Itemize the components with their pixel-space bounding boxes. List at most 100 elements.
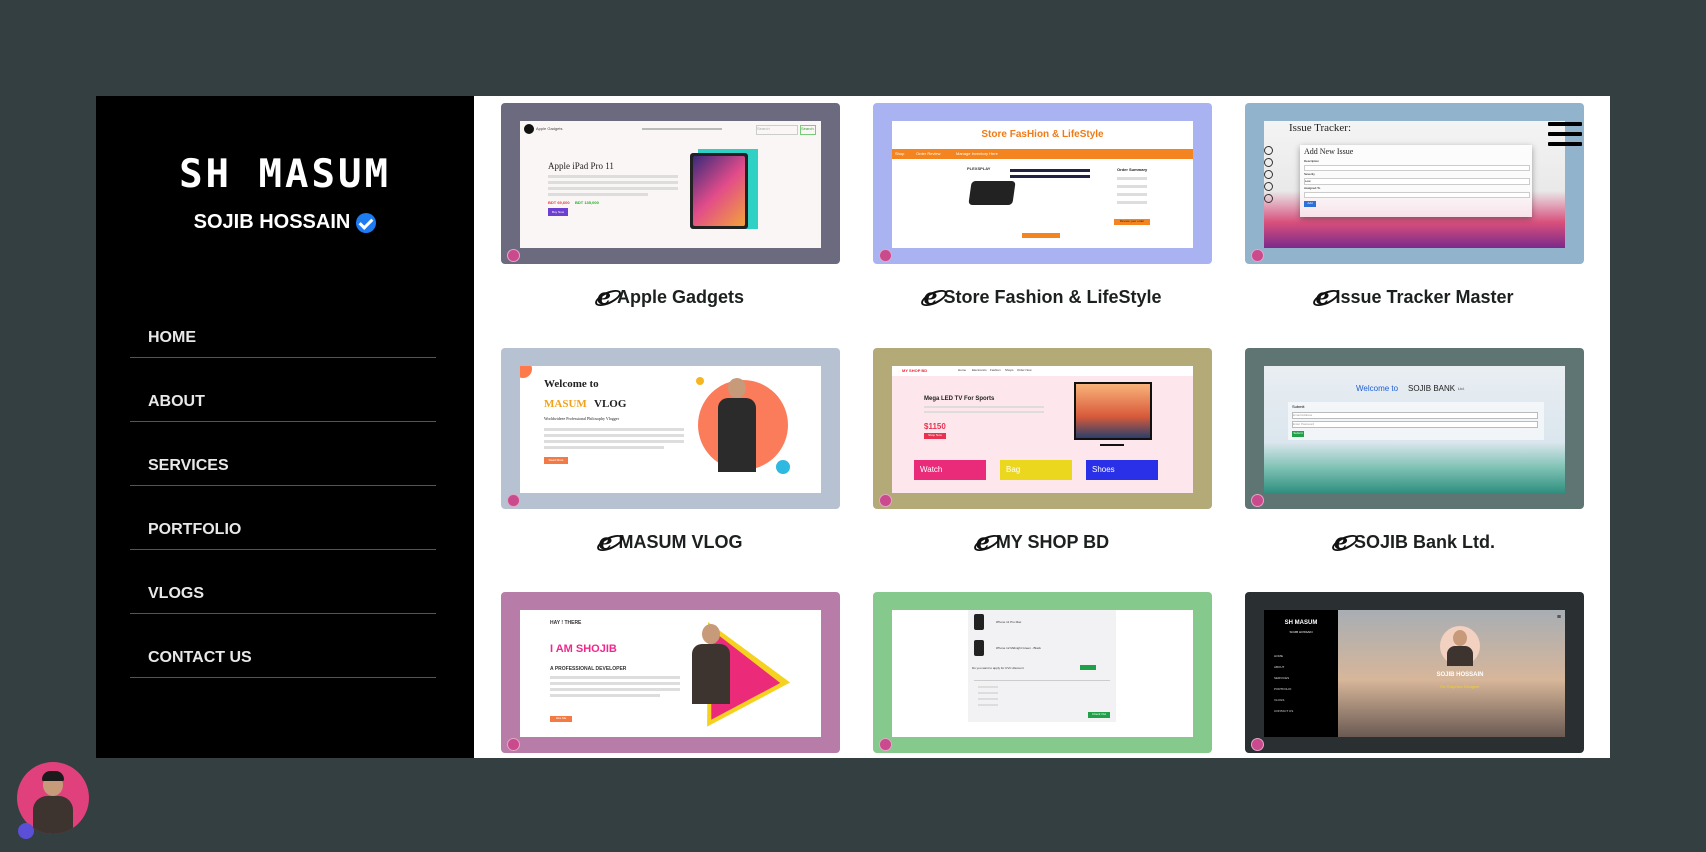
project-thumbnail[interactable]: SH MASUM SOJIB HOSSAIN HOME ABOUT SERVIC… bbox=[1245, 592, 1584, 753]
project-title[interactable]: e Issue Tracker Master bbox=[1245, 286, 1584, 308]
preview-text-line bbox=[550, 676, 680, 679]
preview-text-line bbox=[544, 446, 664, 449]
project-title[interactable]: e Store Fashion & LifeStyle bbox=[873, 286, 1212, 308]
record-dot-icon bbox=[507, 738, 520, 751]
portfolio-grid: Apple Gadgets Search Search Apple iPad P… bbox=[474, 96, 1610, 758]
project-title-text[interactable]: Issue Tracker Master bbox=[1335, 287, 1513, 308]
project-thumbnail[interactable]: Apple Gadgets Search Search Apple iPad P… bbox=[501, 103, 840, 264]
preview-price-old: BDT 69,600 bbox=[548, 200, 570, 205]
record-dot-icon bbox=[507, 249, 520, 262]
project-thumbnail[interactable]: HAY ! THERE I AM SHOJIB A PROFESSIONAL D… bbox=[501, 592, 840, 753]
preview-brand-a: MASUM bbox=[544, 398, 587, 410]
preview-input bbox=[1304, 165, 1530, 171]
project-title[interactable]: e Apple Gadgets bbox=[501, 286, 840, 308]
person-body bbox=[1447, 646, 1473, 666]
avatar-body bbox=[33, 796, 73, 834]
nav-link-contact[interactable]: CONTACT US bbox=[148, 649, 252, 667]
preview-button bbox=[1022, 233, 1060, 238]
project-card-my-shop-bd[interactable]: MY SHOP BD Home Electronics Fashion Shop… bbox=[873, 348, 1212, 553]
ipad-image bbox=[690, 153, 748, 229]
project-card-portfolio[interactable]: SH MASUM SOJIB HOSSAIN HOME ABOUT SERVIC… bbox=[1245, 592, 1584, 753]
circle-icon bbox=[1264, 194, 1273, 203]
project-preview: Welcome to MASUM VLOG Worldwideee Profes… bbox=[520, 366, 821, 493]
preview-tagline: Worldwideee Professional Philosophy Vlog… bbox=[544, 416, 620, 421]
project-card-apple-gadgets[interactable]: Apple Gadgets Search Search Apple iPad P… bbox=[501, 103, 840, 308]
preview-brand: Store FasHion & LifeStyle bbox=[981, 129, 1104, 140]
preview-brand: SH MASUM bbox=[1284, 620, 1318, 626]
nav-link-services[interactable]: SERVICES bbox=[148, 457, 229, 475]
nav-item-about[interactable]: ABOUT bbox=[130, 358, 436, 422]
record-dot-icon bbox=[507, 494, 520, 507]
record-dot-icon bbox=[879, 249, 892, 262]
project-title-text[interactable]: MY SHOP BD bbox=[996, 532, 1109, 553]
preview-text-line bbox=[978, 704, 998, 706]
category-bag: Bag bbox=[1000, 460, 1072, 480]
nav-link-home[interactable]: HOME bbox=[148, 329, 196, 347]
menu-icon: ≡ bbox=[1556, 614, 1561, 621]
nav-link-portfolio[interactable]: PORTFOLIO bbox=[148, 521, 241, 539]
project-thumbnail[interactable]: Welcome to MASUM VLOG Worldwideee Profes… bbox=[501, 348, 840, 509]
project-thumbnail[interactable]: Issue Tracker: Add New Issue Description… bbox=[1245, 103, 1584, 264]
preview-password-input: Enter Password bbox=[1292, 421, 1538, 428]
tv-stand bbox=[1100, 438, 1124, 446]
project-title-text[interactable]: SOJIB Bank Ltd. bbox=[1354, 532, 1495, 553]
project-card-issue-tracker[interactable]: Issue Tracker: Add New Issue Description… bbox=[1245, 103, 1584, 308]
preview-text-line bbox=[548, 175, 678, 178]
preview-text-line bbox=[978, 698, 998, 700]
preview-nav-item: Shops bbox=[1005, 368, 1014, 372]
cart-item: iPhone 12 Midnight Green - Black bbox=[996, 646, 1041, 650]
preview-cta: Review your order bbox=[1114, 219, 1150, 225]
internet-explorer-icon: e bbox=[598, 529, 613, 555]
nav-link-about[interactable]: ABOUT bbox=[148, 393, 205, 411]
project-thumbnail[interactable]: Welcome to SOJIB BANK Ltd. Submit Email … bbox=[1245, 348, 1584, 509]
preview-text-line bbox=[548, 193, 648, 196]
preview-decor bbox=[776, 460, 790, 474]
preview-decor bbox=[696, 377, 704, 385]
preview-cta: Shop Now bbox=[924, 433, 946, 439]
nav-item-contact[interactable]: CONTACT US bbox=[130, 614, 436, 678]
record-dot-icon bbox=[1251, 738, 1264, 751]
project-title[interactable]: e MASUM VLOG bbox=[501, 531, 840, 553]
record-dot-icon bbox=[1251, 249, 1264, 262]
main-nav: HOME ABOUT SERVICES PORTFOLIO VLOGS CONT… bbox=[130, 294, 436, 678]
preview-label: Assigned To bbox=[1304, 186, 1321, 190]
preview-headline: Mega LED TV For Sports bbox=[924, 396, 995, 402]
nav-item-home[interactable]: HOME bbox=[130, 294, 436, 358]
project-card-store-fashion[interactable]: Store FasHion & LifeStyle Shop Order Rev… bbox=[873, 103, 1212, 308]
project-card-masum-vlog[interactable]: Welcome to MASUM VLOG Worldwideee Profes… bbox=[501, 348, 840, 553]
preview-side-icons bbox=[1264, 146, 1274, 206]
verified-badge-icon bbox=[356, 212, 377, 233]
nav-item-vlogs[interactable]: VLOGS bbox=[130, 550, 436, 614]
nav-link-vlogs[interactable]: VLOGS bbox=[148, 585, 204, 603]
nav-item-portfolio[interactable]: PORTFOLIO bbox=[130, 486, 436, 550]
project-preview: SH MASUM SOJIB HOSSAIN HOME ABOUT SERVIC… bbox=[1264, 610, 1565, 737]
brand-logo[interactable]: SH MASUM bbox=[96, 152, 474, 197]
project-title[interactable]: e MY SHOP BD bbox=[873, 531, 1212, 553]
preview-brand: Apple Gadgets bbox=[536, 126, 563, 131]
record-dot-icon bbox=[1251, 494, 1264, 507]
preview-text-line bbox=[544, 428, 684, 431]
circle-icon bbox=[1264, 170, 1273, 179]
nav-item-services[interactable]: SERVICES bbox=[130, 422, 436, 486]
project-thumbnail[interactable]: Store FasHion & LifeStyle Shop Order Rev… bbox=[873, 103, 1212, 264]
preview-badge: PLEXSPLAY bbox=[967, 166, 991, 171]
preview-text-line bbox=[550, 688, 680, 691]
hamburger-menu-icon[interactable] bbox=[1548, 122, 1582, 152]
preview-checkout-button: Check Out bbox=[1088, 712, 1110, 718]
project-title-text[interactable]: MASUM VLOG bbox=[619, 532, 743, 553]
project-title-text[interactable]: Apple Gadgets bbox=[617, 287, 744, 308]
project-card-cart[interactable]: iPhone 11 Pro Max iPhone 12 Midnight Gre… bbox=[873, 592, 1212, 753]
project-card-sojib-bank[interactable]: Welcome to SOJIB BANK Ltd. Submit Email … bbox=[1245, 348, 1584, 553]
ipad-screen bbox=[693, 156, 745, 226]
project-card-shojib[interactable]: HAY ! THERE I AM SHOJIB A PROFESSIONAL D… bbox=[501, 592, 840, 753]
project-title[interactable]: e SOJIB Bank Ltd. bbox=[1245, 531, 1584, 553]
category-shoes: Shoes bbox=[1086, 460, 1158, 480]
project-title-text[interactable]: Store Fashion & LifeStyle bbox=[943, 287, 1161, 308]
project-thumbnail[interactable]: iPhone 11 Pro Max iPhone 12 Midnight Gre… bbox=[873, 592, 1212, 753]
project-thumbnail[interactable]: MY SHOP BD Home Electronics Fashion Shop… bbox=[873, 348, 1212, 509]
avatar-hair bbox=[42, 771, 64, 781]
preview-text-line bbox=[1117, 177, 1147, 180]
preview-text-line bbox=[550, 682, 680, 685]
preview-form-title: Submit bbox=[1292, 404, 1305, 409]
preview-text-line bbox=[924, 406, 1044, 408]
